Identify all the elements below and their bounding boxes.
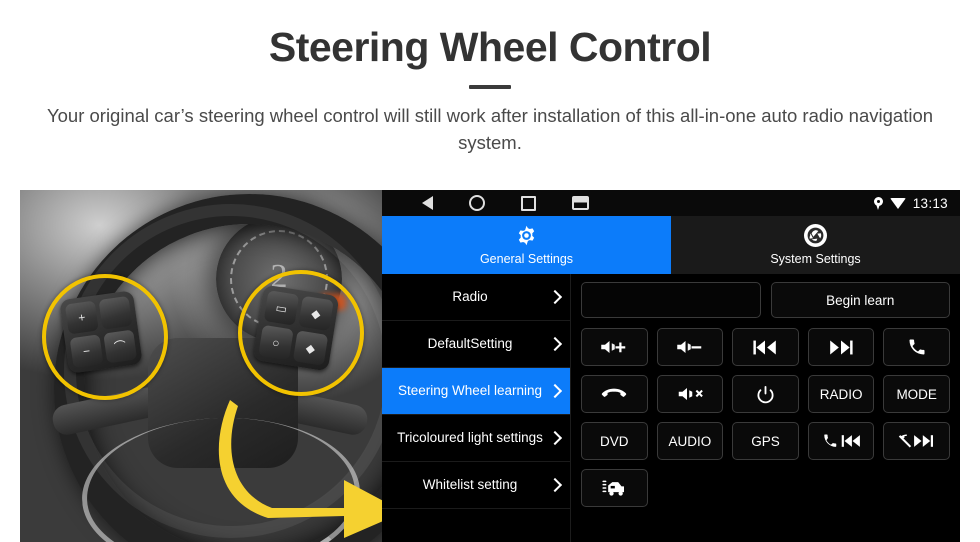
tab-label: System Settings — [770, 252, 861, 266]
call-previous-button[interactable] — [807, 422, 875, 460]
home-icon[interactable] — [469, 195, 485, 211]
menu-item-label: Radio — [452, 289, 488, 305]
tab-label: General Settings — [479, 252, 574, 266]
status-bar-right: 13:13 — [873, 190, 948, 216]
menu-item-label: Tricoloured light settings — [397, 430, 543, 446]
android-status-bar: 13:13 — [382, 190, 960, 216]
arrow-icon — [218, 400, 382, 538]
chevron-right-icon — [547, 289, 563, 305]
back-icon[interactable] — [422, 196, 433, 210]
previous-button[interactable] — [732, 328, 799, 366]
mute-button[interactable] — [656, 375, 724, 413]
begin-learn-button[interactable]: Begin learn — [770, 282, 950, 318]
menu-item-tricoloured-light-settings[interactable]: Tricoloured light settings — [382, 415, 570, 462]
chevron-right-icon — [547, 430, 563, 446]
highlight-circle-left — [42, 274, 168, 400]
settings-menu: Radio DefaultSetting Steering Wheel lear… — [382, 274, 571, 542]
next-track-icon — [830, 340, 853, 354]
menu-item-label: Steering Wheel learning — [397, 383, 543, 399]
volume-up-button[interactable] — [581, 328, 648, 366]
callout-arrow — [216, 388, 382, 538]
location-pin-icon — [873, 196, 883, 210]
title-divider — [469, 85, 511, 90]
header: Steering Wheel Control Your original car… — [0, 0, 980, 157]
function-button-grid: RADIO MODE DVD AUDIO GPS — [581, 328, 950, 507]
volume-mute-icon — [678, 388, 703, 400]
phone-previous-icon — [824, 434, 861, 447]
menu-item-radio[interactable]: Radio — [382, 274, 570, 321]
steering-wheel-photo: 2 + − ⌒ ▭ ◆ ○ ◆ — [20, 190, 382, 542]
settings-tabs: General Settings System Settings — [382, 216, 960, 274]
head-unit-screen: 13:13 General Settings System Settings R… — [382, 190, 960, 542]
chevron-right-icon — [547, 336, 563, 352]
menu-item-label: DefaultSetting — [427, 336, 513, 352]
menu-item-default-setting[interactable]: DefaultSetting — [382, 321, 570, 368]
highlight-circle-right — [238, 270, 364, 396]
hangup-next-button[interactable] — [883, 422, 950, 460]
car-rear-view-icon — [602, 480, 625, 496]
status-clock: 13:13 — [912, 195, 948, 211]
menu-item-label: Whitelist setting — [422, 477, 518, 493]
page-subtitle: Your original car’s steering wheel contr… — [46, 105, 934, 153]
menu-item-whitelist-setting[interactable]: Whitelist setting — [382, 462, 570, 509]
gear-icon — [515, 224, 538, 247]
system-swirl-icon — [804, 224, 827, 247]
tab-general-settings[interactable]: General Settings — [382, 216, 671, 274]
chevron-right-icon — [547, 383, 563, 399]
volume-up-icon — [601, 341, 626, 353]
settings-body: Radio DefaultSetting Steering Wheel lear… — [382, 274, 960, 542]
learn-display-field[interactable] — [581, 282, 761, 318]
power-button[interactable] — [732, 375, 799, 413]
hangup-next-icon — [898, 434, 933, 448]
tab-system-settings[interactable]: System Settings — [671, 216, 960, 274]
rear-camera-button[interactable] — [581, 469, 648, 507]
page-root: Steering Wheel Control Your original car… — [0, 0, 980, 542]
menu-item-steering-wheel-learning[interactable]: Steering Wheel learning — [382, 368, 570, 415]
steering-wheel-learning-panel: Begin learn RADIO MODE DVD AUDIO GPS — [571, 274, 960, 542]
page-title: Steering Wheel Control — [268, 24, 712, 70]
wifi-icon — [889, 197, 906, 209]
android-nav-buttons — [422, 195, 589, 211]
next-button[interactable] — [807, 328, 875, 366]
audio-button[interactable]: AUDIO — [656, 422, 724, 460]
screenshot-icon[interactable] — [572, 196, 589, 210]
answer-call-button[interactable] — [883, 328, 950, 366]
media-strip: 2 + − ⌒ ▭ ◆ ○ ◆ 13:13 General Settings S… — [20, 190, 960, 542]
power-icon — [757, 385, 774, 403]
radio-button[interactable]: RADIO — [807, 375, 875, 413]
hangup-button[interactable] — [581, 375, 648, 413]
gps-button[interactable]: GPS — [732, 422, 799, 460]
previous-track-icon — [753, 340, 777, 354]
recents-icon[interactable] — [521, 195, 536, 211]
chevron-right-icon — [547, 477, 563, 493]
mode-button[interactable]: MODE — [883, 375, 950, 413]
phone-hangup-icon — [602, 388, 627, 397]
volume-down-icon — [677, 341, 702, 353]
phone-icon — [909, 339, 925, 355]
dvd-button[interactable]: DVD — [581, 422, 648, 460]
volume-down-button[interactable] — [656, 328, 724, 366]
panel-top-row: Begin learn — [581, 282, 950, 318]
